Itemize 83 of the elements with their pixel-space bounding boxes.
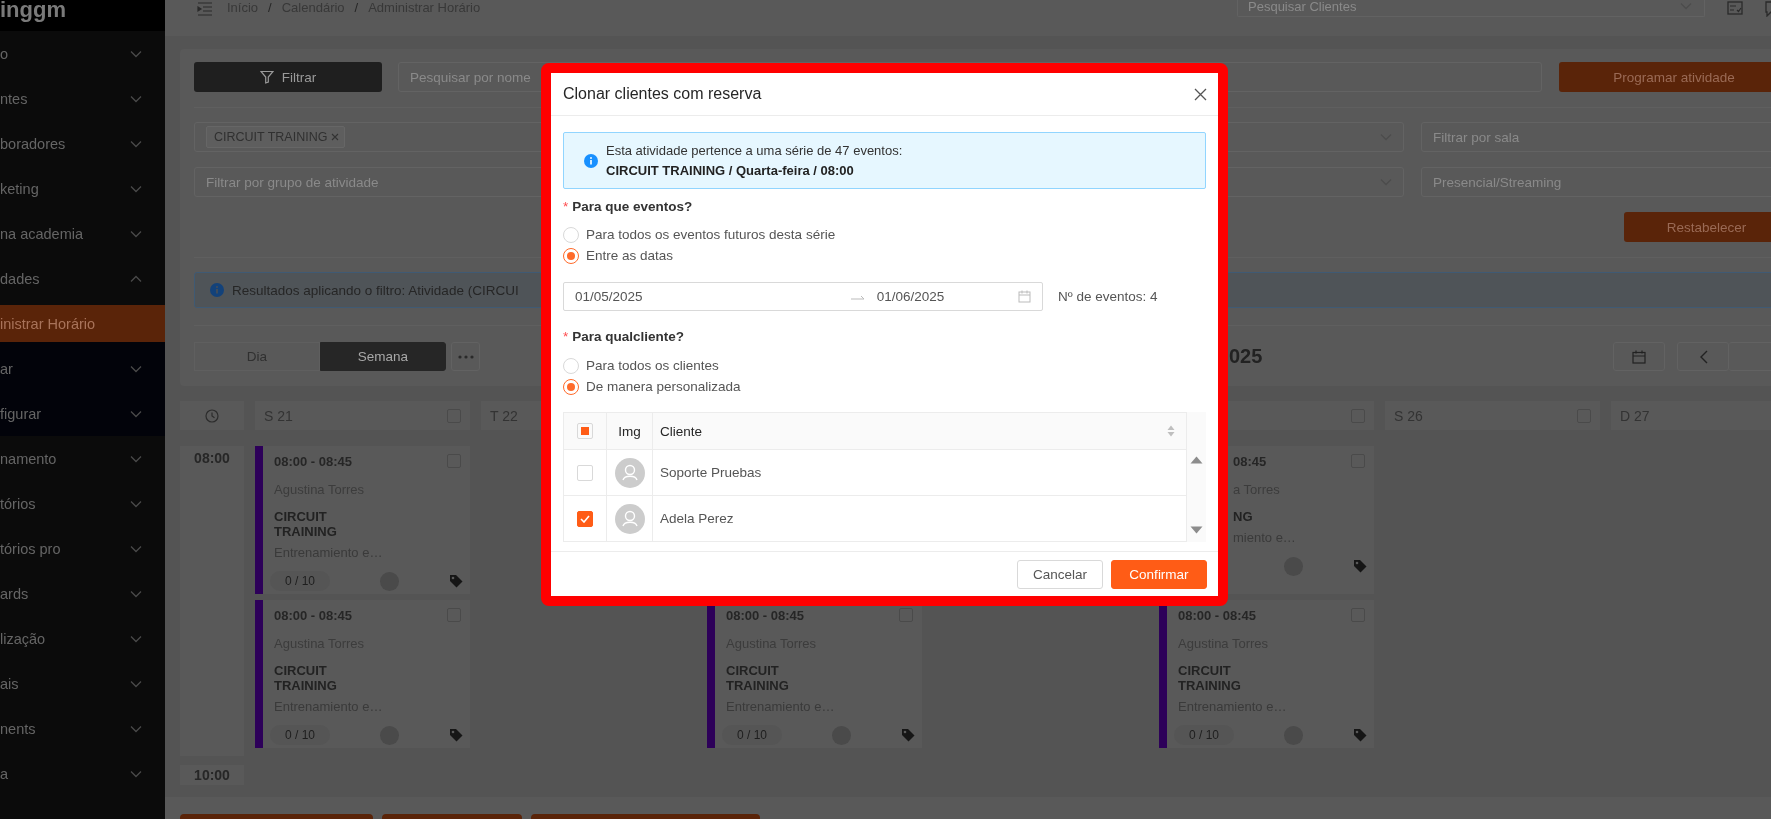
chevron-down-icon[interactable] (130, 454, 142, 463)
chevron-down-icon[interactable] (130, 499, 142, 508)
chevron-down-icon[interactable] (130, 94, 142, 103)
radio-label[interactable]: Entre as datas (586, 248, 674, 263)
section-label: Para que eventos? (572, 198, 693, 214)
sidebar-item[interactable]: tórios (0, 481, 165, 526)
close-icon[interactable] (1194, 87, 1207, 101)
chevron-left-icon (1698, 349, 1708, 364)
date-picker-button[interactable] (1613, 342, 1665, 371)
column-header: Img (607, 413, 653, 449)
event-count: Nº de eventos: 4 (1058, 289, 1158, 304)
sidebar-item[interactable]: na academia (0, 211, 165, 256)
chevron-down-icon[interactable] (130, 769, 142, 778)
sidebar-item[interactable]: o (0, 31, 165, 76)
radio-label[interactable]: Para todos os clientes (586, 358, 719, 373)
chevron-down-icon[interactable] (130, 49, 142, 58)
date-range-field[interactable]: 01/05/2025 01/06/2025 (563, 282, 1043, 311)
radio-label[interactable]: Para todos os eventos futuros desta série (586, 227, 836, 242)
calendar-icon (1632, 349, 1646, 364)
scroll-up-icon[interactable] (1190, 456, 1203, 464)
chevron-down-icon[interactable] (130, 184, 142, 193)
required-mark: * (563, 198, 569, 214)
check-icon (580, 514, 590, 523)
sidebar-item[interactable]: dades (0, 256, 165, 301)
chevron-down-icon[interactable] (130, 544, 142, 553)
previous-button[interactable] (1677, 342, 1729, 371)
info-icon (210, 283, 224, 297)
avatar-icon (614, 503, 645, 534)
chevron-up-icon[interactable] (130, 274, 142, 283)
table-cell-text: Adela Perez (659, 510, 735, 528)
chevron-down-icon[interactable] (130, 724, 142, 733)
radio-label[interactable]: De manera personalizada (586, 379, 741, 394)
sidebar-item[interactable]: namento (0, 436, 165, 481)
funnel-icon (259, 70, 274, 84)
reset-button[interactable]: Restabelecer (1624, 212, 1771, 242)
menu-fold-icon[interactable] (197, 2, 213, 16)
table-cell-text: Soporte Pruebas (659, 464, 763, 482)
filter-button[interactable]: Filtrar (194, 62, 382, 92)
calendar-icon (1018, 290, 1031, 303)
breadcrumb-separator: / (268, 0, 272, 15)
confirm-button[interactable]: Confirmar (1111, 559, 1207, 589)
program-activity-button[interactable]: Programar atividade (1559, 62, 1771, 92)
tag-icon[interactable] (1353, 728, 1367, 742)
sidebar-item[interactable]: ar (0, 346, 165, 391)
sidebar-item[interactable]: lização (0, 616, 165, 661)
chevron-down-icon[interactable] (130, 229, 142, 238)
sidebar-item[interactable]: inistrar Horário (0, 305, 165, 342)
chevron-down-icon[interactable] (130, 679, 142, 688)
chevron-down-icon[interactable] (130, 409, 142, 418)
view-tab[interactable]: Semana (320, 342, 446, 371)
sidebar-item[interactable]: ais (0, 661, 165, 706)
tag-icon[interactable] (449, 728, 463, 742)
info-icon (584, 153, 598, 168)
cancel-button[interactable]: Cancelar (1017, 559, 1103, 589)
sidebar-item[interactable]: tórios pro (0, 526, 165, 571)
tag-icon[interactable] (901, 728, 915, 742)
sort-icon[interactable] (1167, 425, 1176, 437)
more-button[interactable] (451, 342, 480, 371)
chevron-down-icon[interactable] (130, 364, 142, 373)
clock-icon (205, 408, 219, 423)
sidebar-item[interactable]: ards (0, 571, 165, 616)
chevron-down-icon[interactable] (130, 634, 142, 643)
section-label: Para qualcliente? (572, 328, 685, 344)
chevron-down-icon[interactable] (130, 139, 142, 148)
tag-icon[interactable] (449, 574, 463, 588)
sidebar-item[interactable]: figurar (0, 391, 165, 436)
sidebar-item[interactable]: a (0, 751, 165, 796)
tag-icon[interactable] (1353, 559, 1367, 573)
sidebar-item[interactable]: ntes (0, 76, 165, 121)
checkbox[interactable] (577, 510, 593, 527)
avatar-icon (614, 457, 645, 488)
logo-text: inggm (0, 0, 66, 20)
checklist-icon[interactable] (1727, 1, 1743, 15)
sidebar-item[interactable]: boradores (0, 121, 165, 166)
breadcrumb-separator: / (354, 0, 359, 15)
sidebar-item[interactable]: keting (0, 166, 165, 211)
required-mark: * (563, 328, 569, 344)
ellipsis-icon (457, 354, 474, 359)
sidebar-item[interactable]: nents (0, 706, 165, 751)
scroll-down-icon[interactable] (1190, 526, 1203, 534)
calendar-title: 025 (1229, 345, 1264, 368)
column-header[interactable]: Cliente (660, 423, 703, 439)
chevron-down-icon[interactable] (130, 589, 142, 598)
